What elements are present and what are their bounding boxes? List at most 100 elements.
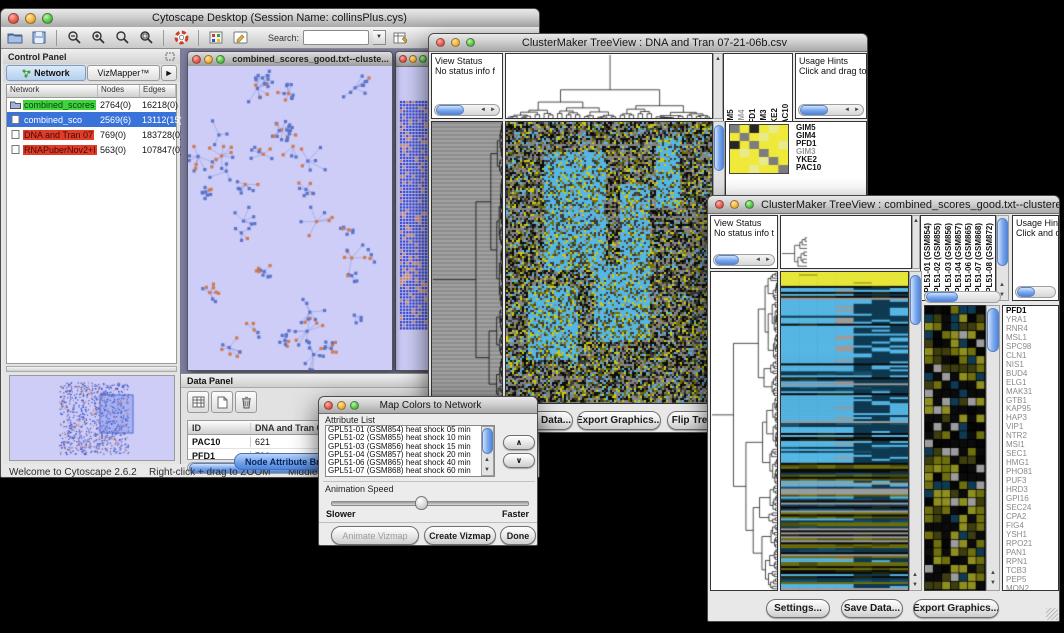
zoom-button[interactable] bbox=[745, 200, 754, 209]
zoom-region-icon[interactable] bbox=[136, 29, 156, 47]
minimize-button[interactable] bbox=[337, 401, 346, 410]
row-dendrogram-canvas[interactable] bbox=[432, 122, 502, 403]
tv2-save-data-button[interactable]: Save Data... bbox=[841, 599, 903, 618]
zoom-button[interactable] bbox=[419, 55, 427, 63]
save-icon[interactable] bbox=[29, 29, 49, 47]
attribute-select-button[interactable] bbox=[187, 391, 209, 413]
array-label[interactable]: GIM3 bbox=[758, 55, 769, 129]
scrollbar-thumb[interactable] bbox=[436, 105, 464, 115]
column-header-edges[interactable]: Edges bbox=[140, 85, 176, 97]
scroll-up-icon[interactable]: ▲ bbox=[482, 455, 492, 465]
annotation-icon[interactable] bbox=[230, 29, 250, 47]
tv2-titlebar[interactable]: ClusterMaker TreeView : combined_scores_… bbox=[708, 196, 1059, 214]
tv1-global-heatmap[interactable] bbox=[505, 121, 713, 404]
close-button[interactable] bbox=[8, 13, 19, 24]
network-graph-canvas[interactable] bbox=[188, 66, 392, 370]
tv2-heatmap-vscrollbar[interactable]: ▲ ▼ bbox=[909, 271, 922, 591]
array-label[interactable]: YKE2 bbox=[769, 55, 780, 129]
tv2-column-dendrogram[interactable] bbox=[780, 215, 912, 269]
close-button[interactable] bbox=[324, 401, 333, 410]
array-label[interactable]: GIM4 bbox=[736, 55, 747, 129]
row-dendrogram-canvas[interactable] bbox=[711, 272, 777, 590]
scrollbar-thumb[interactable] bbox=[987, 308, 999, 352]
tv2-row-dendrogram[interactable] bbox=[710, 271, 778, 591]
move-attribute-up-button[interactable]: ∧ bbox=[503, 435, 535, 450]
tv1-dendro-vscrollbar[interactable]: ▲ bbox=[713, 53, 723, 119]
array-label[interactable]: GPL51-02 (GSM855) bbox=[932, 217, 942, 299]
tv2-zoom-heatmap[interactable] bbox=[924, 305, 986, 591]
tv2-export-graphics-button[interactable]: Export Graphics... bbox=[913, 599, 999, 618]
animation-speed-slider-thumb[interactable] bbox=[415, 496, 428, 510]
tv2-status-hscrollbar[interactable]: ◄ ► bbox=[713, 254, 775, 266]
close-button[interactable] bbox=[192, 55, 201, 64]
column-header-id[interactable]: ID bbox=[188, 423, 251, 433]
zoom-out-icon[interactable] bbox=[64, 29, 84, 47]
help-ring-icon[interactable] bbox=[171, 29, 191, 47]
tv1-row-dendrogram[interactable] bbox=[431, 121, 503, 404]
done-button[interactable]: Done bbox=[500, 526, 536, 545]
scroll-right-icon[interactable]: ► bbox=[852, 105, 862, 115]
network-table-row[interactable]: RNAPuberNov2+I 563(0) 107847(0) bbox=[7, 142, 176, 157]
scroll-up-icon[interactable]: ▲ bbox=[988, 568, 998, 578]
scroll-left-icon[interactable]: ◄ bbox=[478, 105, 488, 115]
zoom-heatmap-canvas[interactable] bbox=[925, 306, 985, 590]
scrollbar-thumb[interactable] bbox=[482, 428, 493, 454]
scroll-right-icon[interactable]: ► bbox=[488, 105, 498, 115]
overview-canvas[interactable] bbox=[10, 376, 174, 460]
scroll-up-icon[interactable]: ▲ bbox=[997, 280, 1007, 290]
array-label[interactable]: GPL51-08 (GSM872) bbox=[984, 217, 994, 299]
scrollbar-thumb[interactable] bbox=[997, 218, 1008, 266]
open-folder-icon[interactable] bbox=[5, 29, 25, 47]
column-dendrogram-canvas[interactable] bbox=[781, 216, 911, 268]
tv1-status-hscrollbar[interactable]: ◄ ► bbox=[434, 104, 500, 116]
zoom-in-icon[interactable] bbox=[88, 29, 108, 47]
scrollbar-thumb[interactable] bbox=[926, 292, 958, 302]
float-panel-icon[interactable] bbox=[165, 52, 175, 61]
minimize-button[interactable] bbox=[730, 200, 739, 209]
tv2-zoom-vscrollbar[interactable]: ▲ ▼ bbox=[986, 305, 1000, 591]
column-header-nodes[interactable]: Nodes bbox=[98, 85, 140, 97]
animation-speed-slider-track[interactable] bbox=[331, 501, 529, 506]
minimize-button[interactable] bbox=[204, 55, 213, 64]
tv1-hints-hscrollbar[interactable]: ◄ ► bbox=[798, 104, 864, 116]
main-titlebar[interactable]: Cytoscape Desktop (Session Name: collins… bbox=[1, 9, 539, 28]
array-label[interactable]: PFD1 bbox=[747, 55, 758, 129]
zoom-button[interactable] bbox=[350, 401, 359, 410]
overview-splitter[interactable] bbox=[6, 366, 177, 372]
close-button[interactable] bbox=[399, 55, 407, 63]
minimize-button[interactable] bbox=[409, 55, 417, 63]
network-table-row[interactable]: DNA and Tran 07 769(0) 183728(0) bbox=[7, 127, 176, 142]
array-label[interactable]: GPL51-07 (GSM868) bbox=[973, 217, 983, 299]
scroll-up-icon[interactable]: ▲ bbox=[910, 570, 920, 580]
minimize-button[interactable] bbox=[451, 38, 460, 47]
array-label[interactable]: PAC10 bbox=[780, 55, 791, 129]
zoom-button[interactable] bbox=[466, 38, 475, 47]
minimize-button[interactable] bbox=[25, 13, 36, 24]
tab-network[interactable]: Network bbox=[6, 65, 86, 81]
tv2-labels-vscrollbar[interactable]: ▲ ▼ bbox=[996, 215, 1009, 301]
scroll-left-icon[interactable]: ◄ bbox=[842, 105, 852, 115]
tv2-global-heatmap[interactable] bbox=[780, 271, 909, 591]
move-attribute-down-button[interactable]: ∨ bbox=[503, 453, 535, 468]
tv1-titlebar[interactable]: ClusterMaker TreeView : DNA and Tran 07-… bbox=[429, 34, 867, 52]
array-label[interactable]: GIM5 bbox=[725, 55, 736, 129]
create-vizmap-button[interactable]: Create Vizmap bbox=[424, 526, 496, 545]
dialog-titlebar[interactable]: Map Colors to Network bbox=[319, 397, 537, 414]
attribute-table-icon[interactable] bbox=[390, 29, 410, 47]
tv2-dendro-v-strip[interactable]: ▲ bbox=[912, 215, 920, 269]
close-button[interactable] bbox=[436, 38, 445, 47]
create-attribute-button[interactable] bbox=[211, 391, 233, 413]
attribute-list-vscrollbar[interactable]: ▲ ▼ bbox=[481, 426, 494, 476]
scroll-right-icon[interactable]: ► bbox=[763, 255, 773, 265]
scroll-down-icon[interactable]: ▼ bbox=[988, 578, 998, 588]
network-view-1-titlebar[interactable]: combined_scores_good.txt--cluste... bbox=[188, 52, 392, 67]
tv1-export-graphics-button[interactable]: Export Graphics... bbox=[577, 411, 661, 430]
column-dendrogram-canvas[interactable] bbox=[506, 54, 712, 118]
attribute-option[interactable]: GPL51-07 (GSM868) heat shock 60 min bbox=[326, 467, 494, 475]
gene-label[interactable]: MON2 bbox=[1006, 585, 1058, 591]
scrollbar-thumb[interactable] bbox=[800, 105, 828, 115]
search-dropdown-arrow[interactable]: ▼ bbox=[373, 30, 386, 45]
zoom-button[interactable] bbox=[42, 13, 53, 24]
network-table-row[interactable]: combined_scores 2764(0) 16218(0) bbox=[7, 97, 176, 112]
tab-vizmapper[interactable]: VizMapper™ bbox=[87, 65, 160, 81]
